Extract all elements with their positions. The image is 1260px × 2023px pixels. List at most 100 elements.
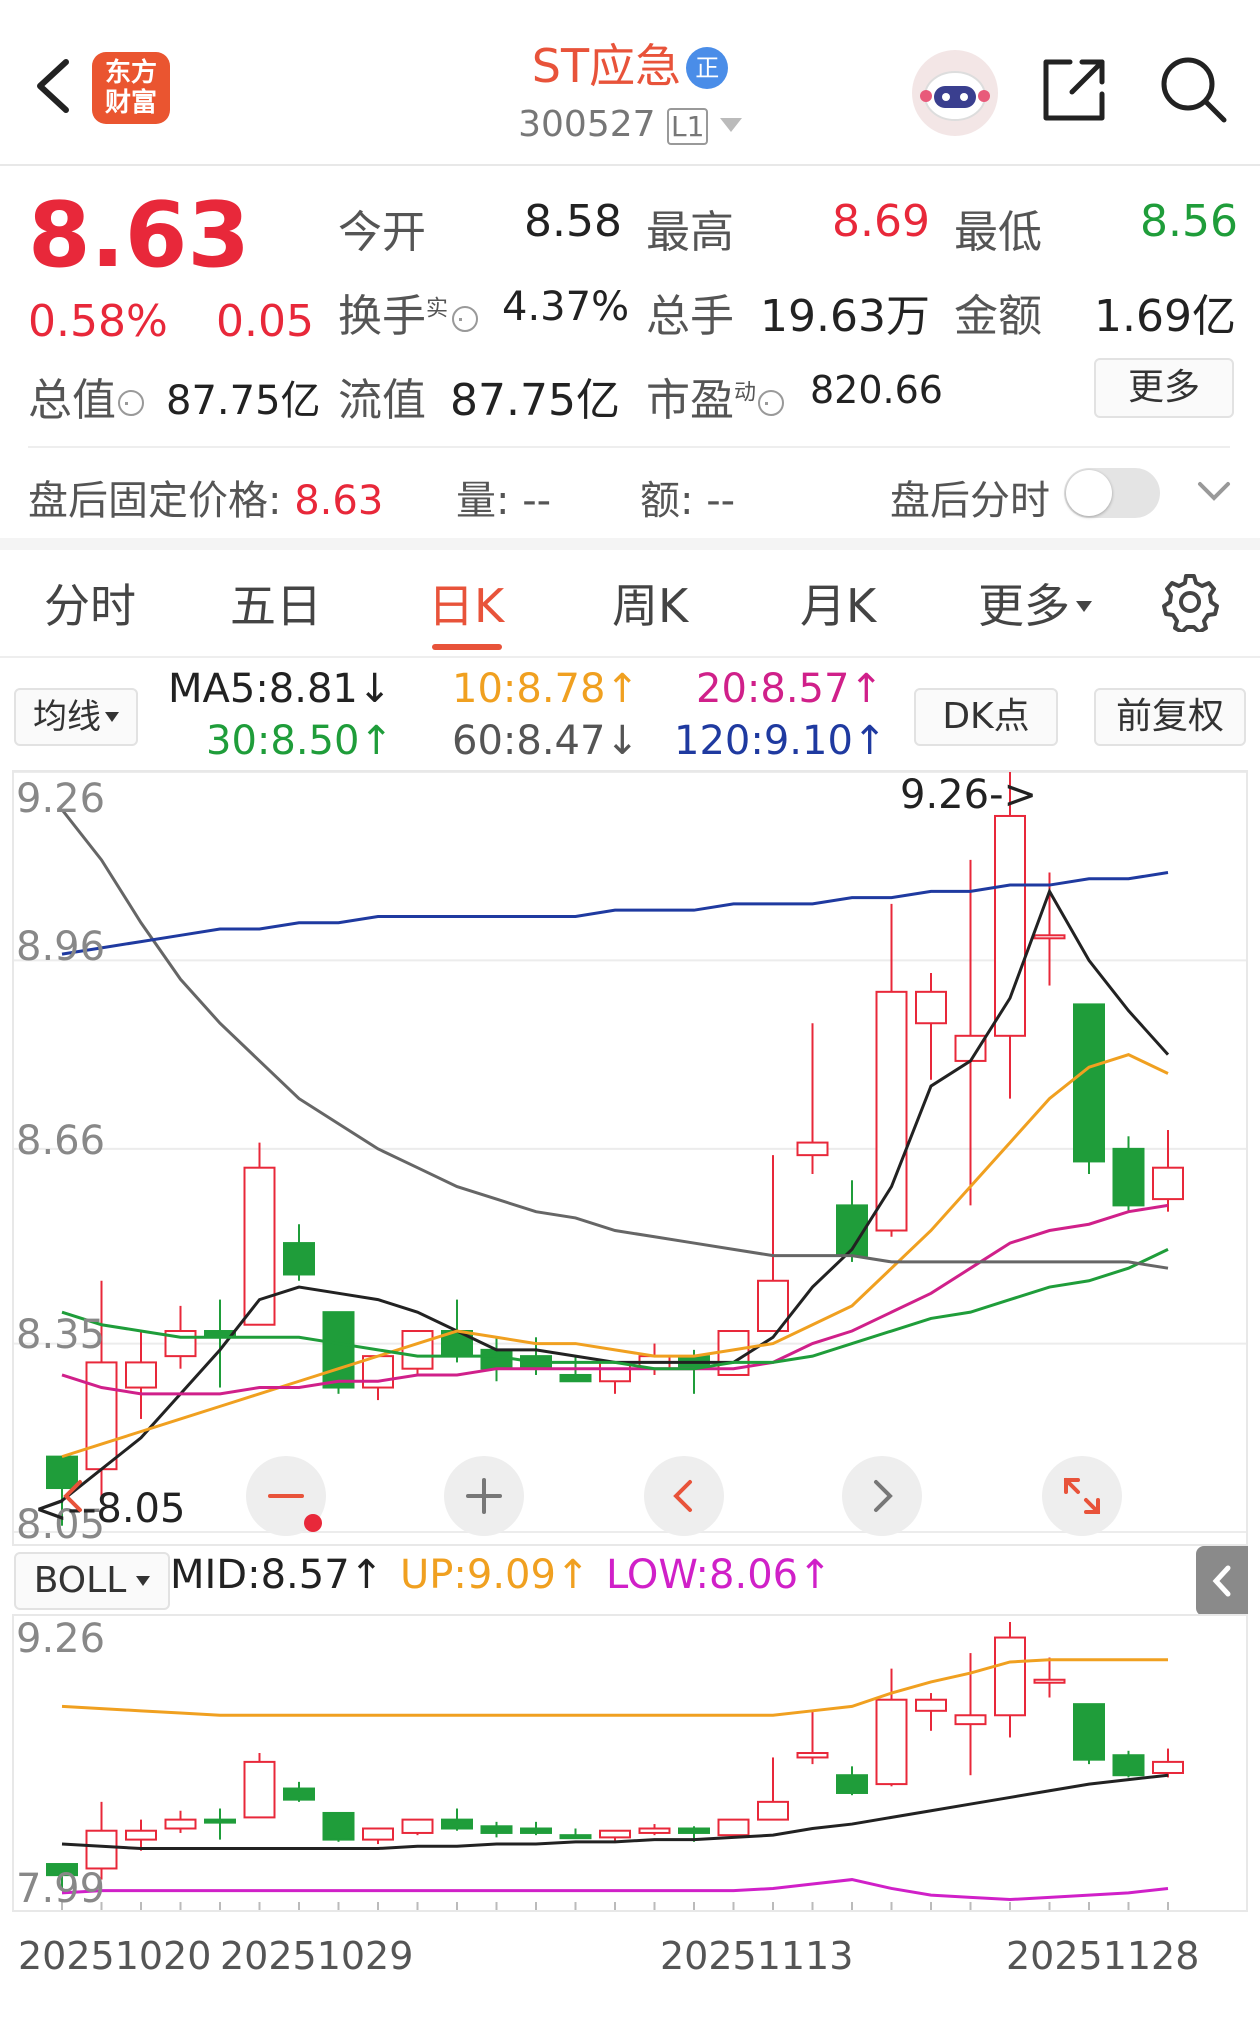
tab-five-day[interactable]: 五日: [230, 570, 322, 636]
boll-candle-body: [441, 1818, 473, 1830]
pe-sup: 动: [734, 380, 757, 406]
zoom-in-button[interactable]: [444, 1456, 524, 1536]
candle-body: [283, 1242, 315, 1276]
boll-y-tick-1: 9.26: [16, 1616, 106, 1662]
notification-dot: [304, 1514, 322, 1532]
candle-body: [954, 1034, 987, 1062]
ma-selector[interactable]: 均线: [14, 688, 138, 746]
boll-candle-body: [125, 1829, 157, 1841]
section-gap: [0, 538, 1260, 550]
boll-selector[interactable]: BOLL: [14, 1552, 170, 1610]
boll-candle-body: [915, 1698, 947, 1712]
float-value: 87.75亿: [450, 375, 620, 426]
open-label: 今开: [338, 207, 426, 258]
settings-gear-icon[interactable]: [1160, 572, 1220, 634]
boll-candle-body: [994, 1636, 1026, 1717]
x-axis-label-1: 20251020: [18, 1934, 212, 1978]
boll-candle-body: [678, 1827, 710, 1834]
share-icon[interactable]: [1040, 54, 1110, 124]
ma5-value: MA5:8.81↓: [168, 666, 392, 712]
name-badge: 正: [686, 47, 729, 89]
amount-label: 金额: [954, 291, 1042, 342]
candle-body: [322, 1311, 355, 1389]
y-tick-4: 8.35: [16, 1312, 106, 1358]
after-hours-price: 盘后固定价格: 8.63: [28, 478, 384, 524]
tab-active-indicator: [432, 644, 502, 650]
y-tick-2: 8.96: [16, 924, 106, 970]
max-price-label: 9.26->: [900, 772, 1038, 818]
low-value: 8.56: [1140, 196, 1238, 247]
after-hours-volume: 量: --: [456, 478, 552, 524]
boll-mid: MID:8.57↑: [170, 1552, 384, 1598]
boll-candle-body: [520, 1827, 552, 1834]
brand-logo[interactable]: 东方 财富: [92, 52, 170, 124]
dropdown-triangle-icon: [136, 1576, 151, 1586]
candle-body: [875, 990, 908, 1232]
boll-candle-body: [1112, 1754, 1145, 1777]
current-price: 8.63: [28, 183, 251, 288]
dropdown-triangle-icon: [719, 118, 742, 132]
candle-body: [796, 1141, 829, 1157]
y-tick-1: 9.26: [16, 776, 106, 822]
stock-name: ST应急: [531, 39, 682, 93]
turnover-sup: 实: [426, 296, 449, 322]
boll-candle-body: [322, 1811, 355, 1841]
divider: [28, 446, 1230, 448]
stock-code-row[interactable]: 300527 L1: [420, 104, 840, 145]
change-percent: 0.58%: [28, 296, 168, 347]
brand-line1: 东方: [104, 58, 157, 88]
candle-body: [994, 814, 1026, 1037]
tab-timeshare[interactable]: 分时: [44, 570, 136, 636]
ma10-value: 10:8.78↑: [452, 666, 639, 712]
info-icon[interactable]: [758, 390, 785, 416]
after-hours-toggle[interactable]: [1064, 468, 1160, 518]
scroll-left-button[interactable]: [644, 1456, 724, 1536]
info-icon[interactable]: [118, 390, 144, 416]
dk-point-button[interactable]: DK点: [914, 688, 1058, 746]
kline-svg: [14, 772, 1246, 1533]
x-axis-label-4: 20251128: [1006, 1934, 1200, 1978]
stock-title[interactable]: ST应急 正: [420, 30, 840, 96]
level-badge: L1: [667, 108, 709, 145]
after-hours-timeshare-label: 盘后分时: [890, 478, 1050, 524]
search-icon[interactable]: [1156, 52, 1230, 126]
pe-value: 820.66: [810, 368, 943, 412]
x-axis-label-2: 20251029: [220, 1934, 414, 1978]
adjust-button[interactable]: 前复权: [1094, 688, 1246, 746]
boll-candle-body: [283, 1787, 315, 1801]
more-button[interactable]: 更多: [1094, 358, 1234, 418]
turnover-label: 换手实: [338, 280, 479, 344]
left-edge-scroll-button[interactable]: [34, 1456, 114, 1536]
boll-chart[interactable]: 9.26 7.99: [12, 1614, 1248, 1912]
candle-body: [1152, 1166, 1184, 1201]
boll-svg: [46, 1622, 1184, 1910]
boll-candle-body: [757, 1800, 789, 1821]
ma120-value: 120:9.10↑: [674, 718, 887, 764]
chevron-down-icon[interactable]: [1194, 476, 1234, 506]
boll-candle-body: [243, 1760, 276, 1819]
tab-more[interactable]: 更多: [978, 570, 1092, 636]
tab-monthly-k[interactable]: 月K: [800, 570, 876, 636]
robot-avatar-icon[interactable]: [912, 50, 998, 136]
fullscreen-button[interactable]: [1042, 1456, 1122, 1536]
ma20-value: 20:8.57↑: [696, 666, 883, 712]
back-icon[interactable]: [26, 56, 86, 116]
low-label: 最低: [954, 207, 1042, 258]
candle-body: [915, 990, 947, 1025]
boll-candle-body: [1073, 1703, 1105, 1761]
tab-weekly-k[interactable]: 周K: [612, 570, 688, 636]
brand-line2: 财富: [104, 88, 157, 118]
info-icon[interactable]: [452, 306, 479, 332]
boll-low-line: [61, 1878, 1169, 1902]
kline-chart[interactable]: 9.26 8.96 8.66 8.35 8.05 9.26-> <--8.05: [12, 770, 1248, 1548]
boll-candle-body: [480, 1825, 513, 1834]
ma60-value: 60:8.47↓: [452, 718, 639, 764]
float-label: 流值: [338, 375, 426, 426]
boll-candle-body: [559, 1834, 592, 1840]
boll-candle-body: [164, 1818, 197, 1830]
side-panel-collapse-button[interactable]: [1196, 1546, 1248, 1616]
tab-daily-k[interactable]: 日K: [428, 570, 504, 636]
candle-body: [401, 1330, 434, 1370]
scroll-right-button[interactable]: [842, 1456, 922, 1536]
boll-candle-body: [836, 1774, 868, 1794]
